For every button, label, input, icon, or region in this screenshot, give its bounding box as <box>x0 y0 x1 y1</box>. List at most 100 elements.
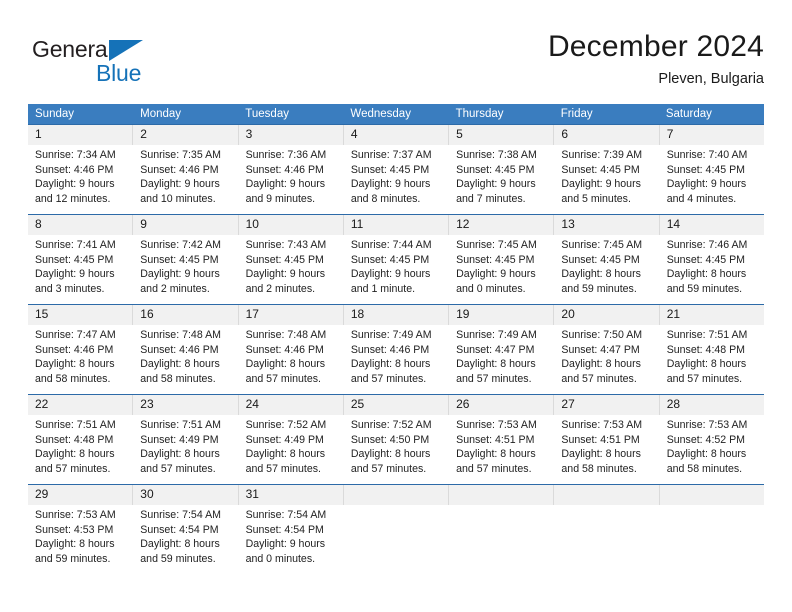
day-number[interactable]: 19 <box>448 305 553 325</box>
logo-word-blue: Blue <box>96 60 142 86</box>
day-cell[interactable]: Sunrise: 7:37 AM Sunset: 4:45 PM Dayligh… <box>342 145 448 214</box>
day-number-empty <box>553 485 658 505</box>
day-cell[interactable]: Sunrise: 7:52 AM Sunset: 4:50 PM Dayligh… <box>342 415 448 484</box>
daylight-text-cont: and 58 minutes. <box>35 372 111 385</box>
day-cell[interactable]: Sunrise: 7:46 AM Sunset: 4:45 PM Dayligh… <box>658 235 764 304</box>
daylight-text-cont: and 57 minutes. <box>666 372 743 385</box>
day-number[interactable]: 24 <box>237 395 343 415</box>
day-cell[interactable]: Sunrise: 7:50 AM Sunset: 4:47 PM Dayligh… <box>553 325 658 394</box>
day-cell[interactable]: Sunrise: 7:53 AM Sunset: 4:51 PM Dayligh… <box>553 415 658 484</box>
day-number[interactable]: 11 <box>342 215 448 235</box>
sunrise-text: Sunrise: 7:52 AM <box>350 419 432 431</box>
day-number[interactable]: 31 <box>237 485 343 505</box>
day-cell[interactable]: Sunrise: 7:44 AM Sunset: 4:45 PM Dayligh… <box>342 235 448 304</box>
sunrise-text: Sunrise: 7:41 AM <box>35 239 116 251</box>
day-number[interactable]: 16 <box>132 305 237 325</box>
day-cell-empty <box>448 505 553 574</box>
daylight-text-cont: and 10 minutes. <box>140 192 216 205</box>
sunset-text: Sunset: 4:46 PM <box>35 163 114 176</box>
day-number[interactable]: 22 <box>28 395 132 415</box>
page-header: General Blue December 2024 Pleven, Bulga… <box>28 28 764 100</box>
daylight-text-cont: and 9 minutes. <box>245 192 316 205</box>
day-cell[interactable]: Sunrise: 7:51 AM Sunset: 4:48 PM Dayligh… <box>658 325 764 394</box>
day-cell[interactable]: Sunrise: 7:43 AM Sunset: 4:45 PM Dayligh… <box>237 235 343 304</box>
sunset-text: Sunset: 4:45 PM <box>350 163 430 176</box>
daylight-text-cont: and 57 minutes. <box>245 462 321 475</box>
day-cell[interactable]: Sunrise: 7:39 AM Sunset: 4:45 PM Dayligh… <box>553 145 658 214</box>
day-cell[interactable]: Sunrise: 7:42 AM Sunset: 4:45 PM Dayligh… <box>132 235 237 304</box>
day-cell[interactable]: Sunrise: 7:53 AM Sunset: 4:53 PM Dayligh… <box>28 505 132 574</box>
day-cell[interactable]: Sunrise: 7:47 AM Sunset: 4:46 PM Dayligh… <box>28 325 132 394</box>
day-cell[interactable]: Sunrise: 7:38 AM Sunset: 4:45 PM Dayligh… <box>448 145 553 214</box>
day-cell[interactable]: Sunrise: 7:51 AM Sunset: 4:48 PM Dayligh… <box>28 415 132 484</box>
daylight-text: Daylight: 9 hours <box>245 538 326 551</box>
sunset-text: Sunset: 4:46 PM <box>245 343 324 356</box>
daylight-text: Daylight: 8 hours <box>35 358 115 371</box>
day-number[interactable]: 12 <box>448 215 553 235</box>
day-number[interactable]: 5 <box>448 125 553 145</box>
day-number[interactable]: 25 <box>342 395 448 415</box>
day-cell[interactable]: Sunrise: 7:49 AM Sunset: 4:46 PM Dayligh… <box>342 325 448 394</box>
day-number[interactable]: 26 <box>448 395 553 415</box>
day-cell[interactable]: Sunrise: 7:40 AM Sunset: 4:45 PM Dayligh… <box>658 145 764 214</box>
day-number[interactable]: 13 <box>553 215 658 235</box>
day-number[interactable]: 29 <box>28 485 132 505</box>
day-cell[interactable]: Sunrise: 7:51 AM Sunset: 4:49 PM Dayligh… <box>132 415 237 484</box>
day-number[interactable]: 14 <box>658 215 764 235</box>
day-number[interactable]: 8 <box>28 215 132 235</box>
day-number[interactable]: 4 <box>342 125 448 145</box>
daylight-text: Daylight: 9 hours <box>35 268 115 281</box>
day-number[interactable]: 3 <box>237 125 343 145</box>
general-blue-logo[interactable]: General Blue <box>32 36 232 92</box>
day-number[interactable]: 28 <box>658 395 764 415</box>
day-number-row: 22 23 24 25 26 27 28 <box>28 394 764 415</box>
day-cell[interactable]: Sunrise: 7:45 AM Sunset: 4:45 PM Dayligh… <box>553 235 658 304</box>
day-cell[interactable]: Sunrise: 7:36 AM Sunset: 4:46 PM Dayligh… <box>237 145 343 214</box>
day-number[interactable]: 27 <box>553 395 658 415</box>
sunset-text: Sunset: 4:45 PM <box>456 163 535 176</box>
daylight-text: Daylight: 8 hours <box>666 448 747 461</box>
day-number[interactable]: 1 <box>28 125 132 145</box>
day-cell[interactable]: Sunrise: 7:34 AM Sunset: 4:46 PM Dayligh… <box>28 145 132 214</box>
day-cell[interactable]: Sunrise: 7:41 AM Sunset: 4:45 PM Dayligh… <box>28 235 132 304</box>
day-number[interactable]: 23 <box>132 395 237 415</box>
daylight-text: Daylight: 8 hours <box>140 448 220 461</box>
daylight-text-cont: and 1 minute. <box>350 282 416 295</box>
day-cell[interactable]: Sunrise: 7:49 AM Sunset: 4:47 PM Dayligh… <box>448 325 553 394</box>
sunset-text: Sunset: 4:53 PM <box>35 523 114 536</box>
daylight-text: Daylight: 8 hours <box>561 448 641 461</box>
day-number[interactable]: 10 <box>237 215 343 235</box>
daylight-text-cont: and 3 minutes. <box>35 282 105 295</box>
day-cell[interactable]: Sunrise: 7:53 AM Sunset: 4:51 PM Dayligh… <box>448 415 553 484</box>
daylight-text-cont: and 4 minutes. <box>666 192 737 205</box>
day-cell[interactable]: Sunrise: 7:53 AM Sunset: 4:52 PM Dayligh… <box>658 415 764 484</box>
day-cell[interactable]: Sunrise: 7:54 AM Sunset: 4:54 PM Dayligh… <box>132 505 237 574</box>
day-number[interactable]: 21 <box>658 305 764 325</box>
day-number[interactable]: 30 <box>132 485 237 505</box>
day-cell[interactable]: Sunrise: 7:45 AM Sunset: 4:45 PM Dayligh… <box>448 235 553 304</box>
day-number[interactable]: 7 <box>658 125 764 145</box>
day-number[interactable]: 17 <box>237 305 343 325</box>
sunrise-text: Sunrise: 7:40 AM <box>666 149 748 161</box>
sunrise-text: Sunrise: 7:39 AM <box>561 149 643 161</box>
daylight-text-cont: and 2 minutes. <box>245 282 316 295</box>
sunset-text: Sunset: 4:54 PM <box>140 523 219 536</box>
daylight-text: Daylight: 9 hours <box>561 178 641 191</box>
day-cell[interactable]: Sunrise: 7:48 AM Sunset: 4:46 PM Dayligh… <box>132 325 237 394</box>
day-cell[interactable]: Sunrise: 7:48 AM Sunset: 4:46 PM Dayligh… <box>237 325 343 394</box>
day-number[interactable]: 9 <box>132 215 237 235</box>
sunset-text: Sunset: 4:47 PM <box>456 343 535 356</box>
day-cell[interactable]: Sunrise: 7:35 AM Sunset: 4:46 PM Dayligh… <box>132 145 237 214</box>
day-number[interactable]: 15 <box>28 305 132 325</box>
day-cell[interactable]: Sunrise: 7:54 AM Sunset: 4:54 PM Dayligh… <box>237 505 343 574</box>
sunset-text: Sunset: 4:49 PM <box>140 433 219 446</box>
day-number[interactable]: 18 <box>342 305 448 325</box>
daylight-text: Daylight: 9 hours <box>140 268 220 281</box>
sunrise-text: Sunrise: 7:37 AM <box>350 149 432 161</box>
day-number[interactable]: 20 <box>553 305 658 325</box>
day-number[interactable]: 6 <box>553 125 658 145</box>
day-number[interactable]: 2 <box>132 125 237 145</box>
daylight-text: Daylight: 9 hours <box>666 178 747 191</box>
daylight-text-cont: and 58 minutes. <box>666 462 743 475</box>
day-cell[interactable]: Sunrise: 7:52 AM Sunset: 4:49 PM Dayligh… <box>237 415 343 484</box>
